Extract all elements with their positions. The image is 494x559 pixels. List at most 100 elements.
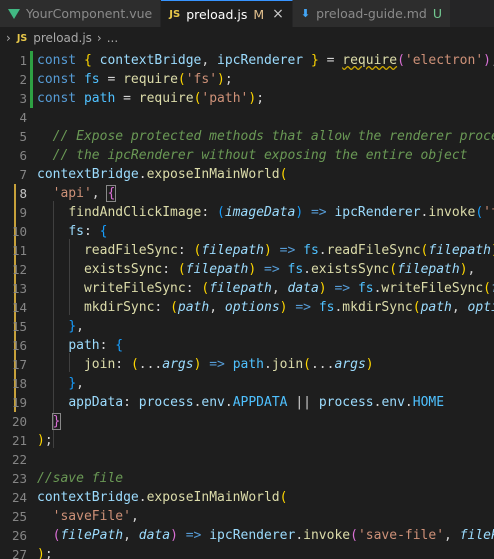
code-token: ( xyxy=(279,490,288,505)
code-editor[interactable]: 1 const { contextBridge, ipcRenderer } = … xyxy=(0,49,494,559)
code-token: { xyxy=(115,338,124,353)
code-token: filepath xyxy=(201,243,264,258)
code-token: env xyxy=(381,395,405,410)
breadcrumb-separator-icon: › xyxy=(96,31,102,45)
code-line[interactable]: 17 join: (...args) => path.join(...args) xyxy=(0,355,494,374)
code-token: filepath xyxy=(209,281,272,296)
code-line[interactable]: 21); xyxy=(0,431,494,450)
code-token: mkdirSync xyxy=(342,300,413,315)
code-token: const xyxy=(37,72,84,87)
code-line[interactable]: 15 }, xyxy=(0,317,494,336)
code-token: : xyxy=(99,338,116,353)
code-token: filepath xyxy=(397,262,460,277)
code-token: 'saveFile' xyxy=(52,509,131,524)
code-line[interactable]: 14 mkdirSync: (path, options) => fs.mkdi… xyxy=(0,298,494,317)
code-token: ( xyxy=(217,205,225,220)
code-token: ipcRenderer xyxy=(217,53,304,68)
code-line[interactable]: 3 const path = require('path'); xyxy=(0,89,494,108)
line-number: 16 xyxy=(11,338,27,353)
line-number: 3 xyxy=(19,91,27,106)
breadcrumb: › JS preload.js › ... xyxy=(0,27,494,49)
code-line[interactable]: 25 'saveFile', xyxy=(0,507,494,526)
breadcrumb-file[interactable]: preload.js xyxy=(33,31,92,45)
breadcrumb-symbols[interactable]: ... xyxy=(107,31,118,45)
code-line[interactable]: 12 existsSync: (filepath) => fs.existsSy… xyxy=(0,260,494,279)
breadcrumb-chevron-icon: › xyxy=(6,31,11,45)
code-line[interactable]: 7 contextBridge.exposeInMainWorld( xyxy=(0,165,494,184)
line-number: 11 xyxy=(11,243,27,258)
code-text: (filePath, data) => ipcRenderer.invoke('… xyxy=(37,526,494,545)
code-token: ) xyxy=(318,281,327,296)
code-line[interactable]: 19 appData: process.env.APPDATA || proce… xyxy=(0,393,494,412)
code-token: args xyxy=(334,357,366,372)
code-token: require xyxy=(138,91,194,106)
code-line[interactable]: 23 //save file xyxy=(0,469,494,488)
code-line[interactable]: 9 findAndClickImage: (imageData) => ipcR… xyxy=(0,203,494,222)
code-text: existsSync: (filepath) => fs.existsSync(… xyxy=(37,260,475,279)
code-line[interactable]: 11 readFileSync: (filepath) => fs.readFi… xyxy=(0,241,494,260)
code-token: => xyxy=(326,281,351,296)
code-text: const path = require('path'); xyxy=(37,89,264,108)
code-token: options xyxy=(224,300,280,315)
code-token: , xyxy=(91,186,108,201)
tab-preload-guide-md[interactable]: ⬇ preload-guide.md U xyxy=(292,0,452,27)
code-line[interactable]: 6 // the ipcRenderer without exposing th… xyxy=(0,146,494,165)
code-token: ) xyxy=(248,91,257,106)
code-line[interactable]: 10 fs: { xyxy=(0,222,494,241)
line-number: 2 xyxy=(19,72,27,87)
code-line[interactable]: 8 'api', { xyxy=(0,184,494,203)
code-text: 'saveFile', xyxy=(37,507,139,526)
code-line[interactable]: 18 }, xyxy=(0,374,494,393)
code-line[interactable]: 24 contextBridge.exposeInMainWorld( xyxy=(0,488,494,507)
code-line[interactable]: 26 (filePath, data) => ipcRenderer.invok… xyxy=(0,526,494,545)
code-token: . xyxy=(138,490,147,505)
tab-preload-js[interactable]: JS preload.js M × xyxy=(161,0,293,27)
code-token: = xyxy=(99,72,124,87)
code-line[interactable]: 2 const fs = require('fs'); xyxy=(0,70,494,89)
code-line[interactable]: 22 xyxy=(0,450,494,469)
code-token: 'path' xyxy=(201,91,249,106)
code-line[interactable]: 13 writeFileSync: (filepath, data) => fs… xyxy=(0,279,494,298)
code-line[interactable]: 5 // Expose protected methods that allow… xyxy=(0,127,494,146)
code-line[interactable]: 16 path: { xyxy=(0,336,494,355)
code-token: ) xyxy=(279,300,288,315)
code-text: }, xyxy=(37,317,84,336)
code-token: invoke xyxy=(428,205,476,220)
code-text: } xyxy=(37,412,62,431)
code-line[interactable]: 20 } xyxy=(0,412,494,431)
code-token: : xyxy=(177,243,194,258)
code-token: contextBridge xyxy=(37,167,139,182)
code-token: . xyxy=(404,395,413,410)
code-token: { xyxy=(83,53,100,68)
code-token: = xyxy=(318,53,343,68)
tab-yourcomponent-vue[interactable]: YourComponent.vue xyxy=(0,0,162,27)
code-token: require xyxy=(342,53,398,68)
close-icon[interactable]: × xyxy=(272,6,284,22)
code-token: ) xyxy=(37,547,45,559)
code-token: filePath xyxy=(60,528,124,543)
code-line[interactable]: 27); xyxy=(0,545,494,559)
code-token: fs xyxy=(83,72,100,87)
code-token: . xyxy=(224,395,233,410)
git-status-badge: M xyxy=(253,6,265,22)
code-token: ( xyxy=(279,167,288,182)
code-token: , xyxy=(271,281,288,296)
line-number: 12 xyxy=(11,262,27,277)
code-line[interactable]: 1 const { contextBridge, ipcRenderer } = … xyxy=(0,51,494,70)
line-number: 19 xyxy=(11,395,27,410)
code-token: ( xyxy=(303,357,311,372)
code-token: => xyxy=(201,357,225,372)
code-token: findAndClickImage xyxy=(68,205,202,220)
code-token: filepath xyxy=(185,262,249,277)
code-line[interactable]: 4 xyxy=(0,108,494,127)
code-token: HOME xyxy=(412,395,445,410)
